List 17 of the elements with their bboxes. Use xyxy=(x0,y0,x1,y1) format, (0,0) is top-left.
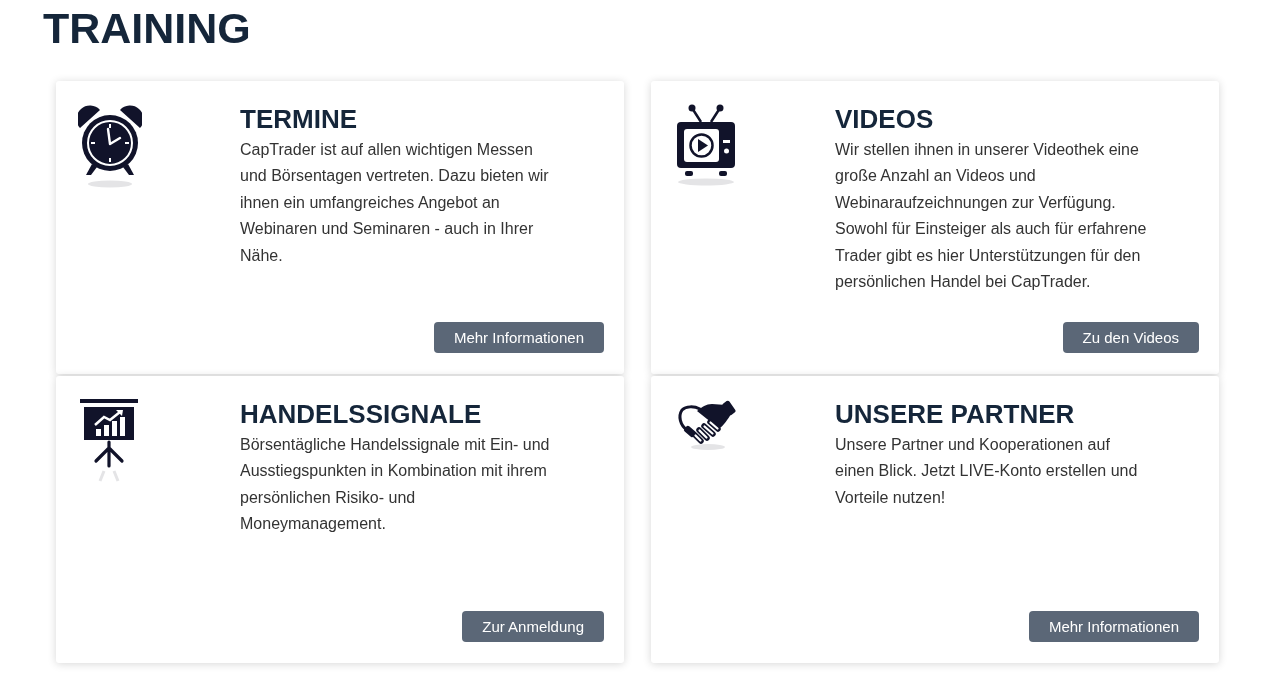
handshake-icon xyxy=(676,399,736,451)
alarm-clock-icon xyxy=(78,104,142,188)
card-text: Wir stellen ihnen in unserer Videothek eine große Anzahl an Videos und Webinaraufzeichnungen zur Verfügung. Sowohl für Einsteiger als auch für erfahrene Trader gibt es hier Unterstützungen für den persönlichen Handel bei CapTrader. xyxy=(835,140,1148,293)
page-title: TRAINING xyxy=(43,3,251,53)
card-text: Unsere Partner und Kooperationen auf einen Blick. Jetzt LIVE-Konto erstellen und Vorteile nutzen! xyxy=(835,435,1139,508)
card-text: Börsentägliche Handelssignale mit Ein- und Ausstiegspunkten in Kombination mit ihrem persönlichen Risiko- und Moneymanagement. xyxy=(240,435,551,535)
card-title: VIDEOS xyxy=(835,104,935,134)
card-title: TERMINE xyxy=(240,104,358,134)
card-title: UNSERE PARTNER xyxy=(835,399,1076,429)
card-button[interactable]: Zu den Videos xyxy=(1062,322,1199,353)
card-text: CapTrader ist auf allen wichtigen Messen und Börsentagen vertreten. Dazu bieten wir ihnen ein umfangreiches Angebot an Webinaren und Seminaren - auch in Ihrer Nähe. xyxy=(240,140,550,266)
card-title: HANDELSSIGNALE xyxy=(240,399,483,429)
television-icon xyxy=(676,104,736,186)
card-button[interactable]: Zur Anmeldung xyxy=(462,611,604,642)
presentation-chart-icon xyxy=(80,399,138,483)
card-button[interactable]: Mehr Informationen xyxy=(433,322,604,353)
card-button[interactable]: Mehr Informationen xyxy=(1028,611,1199,642)
